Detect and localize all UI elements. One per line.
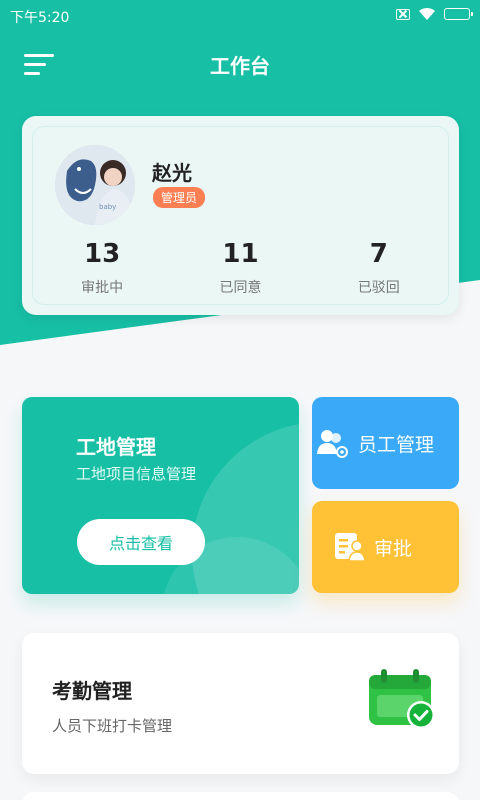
- stats-row: 13 审批中 11 已同意 7 已驳回: [33, 239, 448, 297]
- stat-approved-label: 已同意: [219, 280, 262, 296]
- avatar-image: baby: [55, 145, 135, 225]
- stat-approved-value: 11: [222, 239, 259, 269]
- approval-card-label: 审批: [374, 537, 413, 560]
- site-management-card[interactable]: 工地管理 工地项目信息管理 点击查看: [22, 397, 299, 594]
- status-icons: [396, 7, 473, 21]
- view-site-button[interactable]: 点击查看: [77, 519, 205, 565]
- stat-approved[interactable]: 11 已同意: [171, 239, 309, 297]
- user-name: 赵光: [152, 161, 192, 185]
- status-bar: 下午5:20: [0, 0, 480, 32]
- page-title: 工作台: [210, 54, 270, 78]
- next-card-partial[interactable]: [22, 792, 459, 800]
- site-card-title: 工地管理: [76, 435, 156, 459]
- attendance-subtitle: 人员下班打卡管理: [52, 717, 173, 735]
- status-time: 下午5:20: [10, 10, 70, 26]
- stat-pending[interactable]: 13 审批中: [33, 239, 171, 297]
- stat-rejected-label: 已驳回: [357, 280, 400, 296]
- wifi-icon: [419, 7, 435, 20]
- avatar[interactable]: baby: [55, 145, 135, 225]
- profile-card-inner: baby 赵光 管理员 13 审批中 11 已同意 7 已驳回: [32, 126, 449, 305]
- stat-rejected-value: 7: [369, 239, 388, 269]
- attendance-title: 考勤管理: [52, 679, 132, 703]
- stat-pending-value: 13: [84, 239, 121, 269]
- stat-pending-label: 审批中: [81, 280, 124, 296]
- calendar-check-icon: [369, 669, 435, 729]
- stat-rejected[interactable]: 7 已驳回: [310, 239, 448, 297]
- battery-charging-icon: [444, 8, 473, 20]
- attendance-card[interactable]: 考勤管理 人员下班打卡管理: [22, 633, 459, 774]
- approval-icon: [335, 533, 366, 562]
- svg-text:baby: baby: [99, 203, 116, 211]
- staff-card-label: 员工管理: [358, 433, 435, 456]
- approval-card[interactable]: 审批: [312, 501, 459, 593]
- profile-card: baby 赵光 管理员 13 审批中 11 已同意 7 已驳回: [22, 116, 459, 315]
- staff-management-card[interactable]: 员工管理: [312, 397, 459, 489]
- site-card-subtitle: 工地项目信息管理: [76, 465, 197, 483]
- staff-manage-icon: [317, 430, 348, 458]
- sim-off-icon: [396, 8, 410, 20]
- role-badge: 管理员: [153, 187, 206, 208]
